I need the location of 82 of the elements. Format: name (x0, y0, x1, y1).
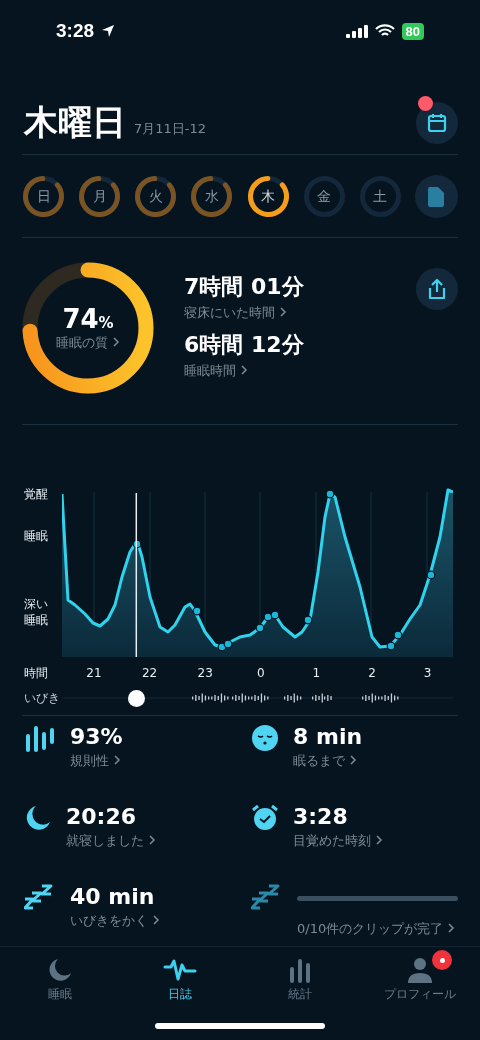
calendar-button[interactable] (416, 102, 458, 144)
share-button[interactable] (416, 268, 458, 310)
x-axis-label: 3 (422, 666, 433, 680)
stat-link[interactable]: 規則性 (70, 752, 231, 770)
x-axis-label: 1 (311, 666, 322, 680)
calendar-icon (426, 112, 448, 134)
document-icon (428, 186, 445, 207)
event-point (192, 606, 202, 616)
day-title: 木曜日 (24, 101, 126, 144)
snore-scrubber-handle[interactable] (128, 690, 146, 707)
moon-icon (47, 957, 73, 983)
battery-level: 80 (401, 22, 424, 40)
chevron-icon (240, 365, 248, 375)
duration-link[interactable]: 睡眠時間 (184, 363, 248, 378)
x-axis-label: 2 (367, 666, 377, 680)
stat-link[interactable]: 0/10件のクリップが完了 (297, 920, 458, 938)
y-axis-label: 覚醒 (24, 487, 49, 503)
event-point (386, 641, 396, 651)
stat-value: 20:26 (66, 804, 138, 829)
wave-icon (163, 957, 197, 983)
date-range: 7月11日-12 (134, 120, 208, 138)
wifi-icon (374, 24, 395, 38)
event-point (393, 630, 403, 640)
stat-link[interactable]: 眠るまで (293, 752, 458, 770)
x-axis-label: 22 (140, 666, 159, 680)
chevron-icon (113, 755, 121, 765)
event-point (270, 610, 280, 620)
x-axis-title: 時間 (24, 664, 49, 682)
event-point (263, 612, 273, 622)
y-axis-label: 深い睡眠 (24, 597, 49, 629)
location-arrow-icon (101, 24, 116, 38)
snore-label: いびき (24, 689, 61, 707)
document-button[interactable] (415, 175, 458, 218)
sleep-score: 74% (62, 304, 114, 334)
x-axis-label: 0 (255, 666, 266, 680)
bars-icon (24, 724, 56, 752)
chevron-icon (349, 755, 357, 765)
chevron-icon (279, 307, 287, 317)
event-point (132, 539, 142, 549)
sleep-quality-link[interactable]: 睡眠の質 (56, 334, 120, 352)
chevron-icon (152, 915, 160, 925)
tab-button[interactable]: 睡眠 (0, 947, 120, 1007)
status-time: 3:28 (56, 20, 95, 42)
tab-button[interactable]: 統計 (240, 947, 360, 1007)
day-button[interactable]: 金 (302, 175, 346, 218)
stat-value: 93% (70, 724, 124, 749)
x-axis-label: 23 (196, 666, 214, 680)
stat-link[interactable]: 目覚めた時刻 (293, 832, 458, 850)
event-point (303, 615, 313, 625)
sleeping-face-icon (251, 724, 279, 752)
chevron-icon (112, 337, 120, 347)
day-button[interactable]: 月 (78, 175, 122, 218)
event-point (255, 623, 265, 633)
x-axis-label: 21 (85, 666, 103, 680)
signal-icon (345, 24, 368, 38)
stat-value: 8 min (293, 724, 364, 749)
event-point (426, 570, 436, 580)
day-button[interactable]: 木 (246, 175, 290, 218)
duration-value: 6時間 12分 (184, 331, 305, 359)
bar-chart-icon (287, 957, 313, 983)
event-point (223, 639, 233, 649)
alarm-clock-icon (251, 804, 279, 832)
person-icon (407, 957, 433, 983)
stat-value: 40 min (70, 884, 156, 909)
chevron-icon (447, 923, 456, 933)
day-button[interactable]: 水 (190, 175, 234, 218)
stat-value: 3:28 (293, 804, 349, 829)
duration-value: 7時間 01分 (184, 273, 305, 301)
stat-link[interactable]: 就寝しました (66, 832, 231, 850)
moon-icon (24, 804, 52, 832)
day-button[interactable]: 日 (22, 175, 65, 218)
stat-link[interactable]: いびきをかく (70, 912, 231, 930)
tab-button[interactable]: プロフィール (360, 947, 480, 1007)
chevron-icon (148, 835, 156, 845)
event-point (325, 489, 335, 499)
share-icon (427, 278, 447, 300)
y-axis-label: 睡眠 (24, 529, 49, 545)
chevron-icon (375, 835, 383, 845)
day-button[interactable]: 土 (358, 175, 402, 218)
day-button[interactable]: 火 (134, 175, 178, 218)
duration-link[interactable]: 寝床にいた時間 (184, 305, 287, 320)
tab-button[interactable]: 日誌 (120, 947, 240, 1007)
